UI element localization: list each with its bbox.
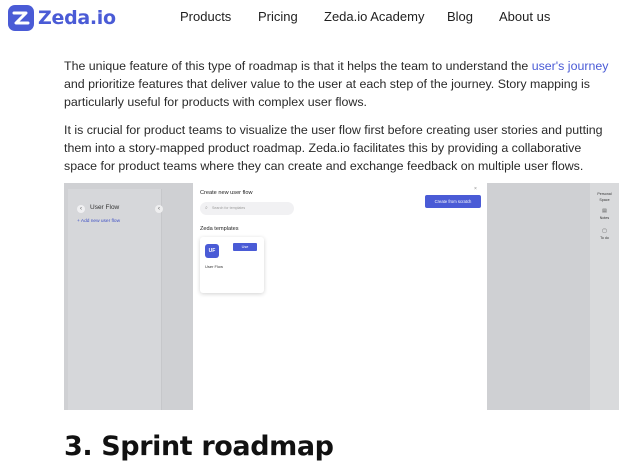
template-card: UF Use User Flow bbox=[200, 237, 264, 293]
article-paragraph-1: The unique feature of this type of roadm… bbox=[64, 59, 609, 109]
screenshot-right-panel bbox=[487, 183, 590, 410]
collapse-chevron-icon: ‹ bbox=[155, 205, 163, 213]
users-journey-link[interactable]: user's journey bbox=[532, 59, 609, 73]
rail-item-todo: To do bbox=[600, 236, 609, 240]
modal-title: Create new user flow bbox=[200, 190, 253, 196]
nav-pricing[interactable]: Pricing bbox=[258, 9, 298, 24]
nav-about-us[interactable]: About us bbox=[499, 9, 550, 24]
user-flow-screenshot: ‹ User Flow ‹ + Add new user flow Create… bbox=[64, 183, 619, 410]
rail-title-line-1: Personal bbox=[597, 192, 612, 196]
nav-products[interactable]: Products bbox=[180, 9, 231, 24]
create-from-scratch-button: Create from scratch bbox=[425, 195, 481, 208]
templates-title: Zeda templates bbox=[200, 226, 239, 232]
screenshot-left-panel: ‹ User Flow ‹ + Add new user flow bbox=[64, 183, 193, 410]
search-icon: ⌕ bbox=[205, 205, 208, 211]
search-placeholder: Search for templates bbox=[212, 206, 246, 210]
create-user-flow-modal: Create new user flow × ⌕ Search for temp… bbox=[193, 183, 487, 410]
template-name: User Flow bbox=[205, 264, 224, 269]
close-icon: × bbox=[474, 186, 477, 192]
article-paragraph-2: It is crucial for product teams to visua… bbox=[64, 123, 603, 173]
template-search-input: ⌕ Search for templates bbox=[200, 202, 294, 215]
personal-space-rail: Personal Space ▤ Notes ▢ To do bbox=[590, 183, 619, 410]
sidebar-title: User Flow bbox=[90, 204, 120, 211]
user-flow-sidebar: ‹ User Flow ‹ + Add new user flow bbox=[68, 189, 163, 410]
todo-icon: ▢ bbox=[602, 228, 607, 234]
user-flow-badge: UF bbox=[205, 244, 219, 258]
section-heading: 3. Sprint roadmap bbox=[64, 431, 334, 462]
main-nav: Products Pricing Zeda.io Academy Blog Ab… bbox=[0, 9, 624, 27]
site-header: Zeda.io Products Pricing Zeda.io Academy… bbox=[0, 0, 624, 36]
notes-icon: ▤ bbox=[602, 208, 607, 214]
use-template-button: Use bbox=[233, 243, 257, 251]
rail-item-notes: Notes bbox=[599, 216, 610, 220]
nav-blog[interactable]: Blog bbox=[447, 9, 473, 24]
back-arrow-icon: ‹ bbox=[77, 205, 85, 213]
rail-title-line-2: Space bbox=[599, 198, 610, 202]
nav-academy[interactable]: Zeda.io Academy bbox=[324, 9, 424, 24]
add-user-flow-link: + Add new user flow bbox=[77, 219, 121, 224]
